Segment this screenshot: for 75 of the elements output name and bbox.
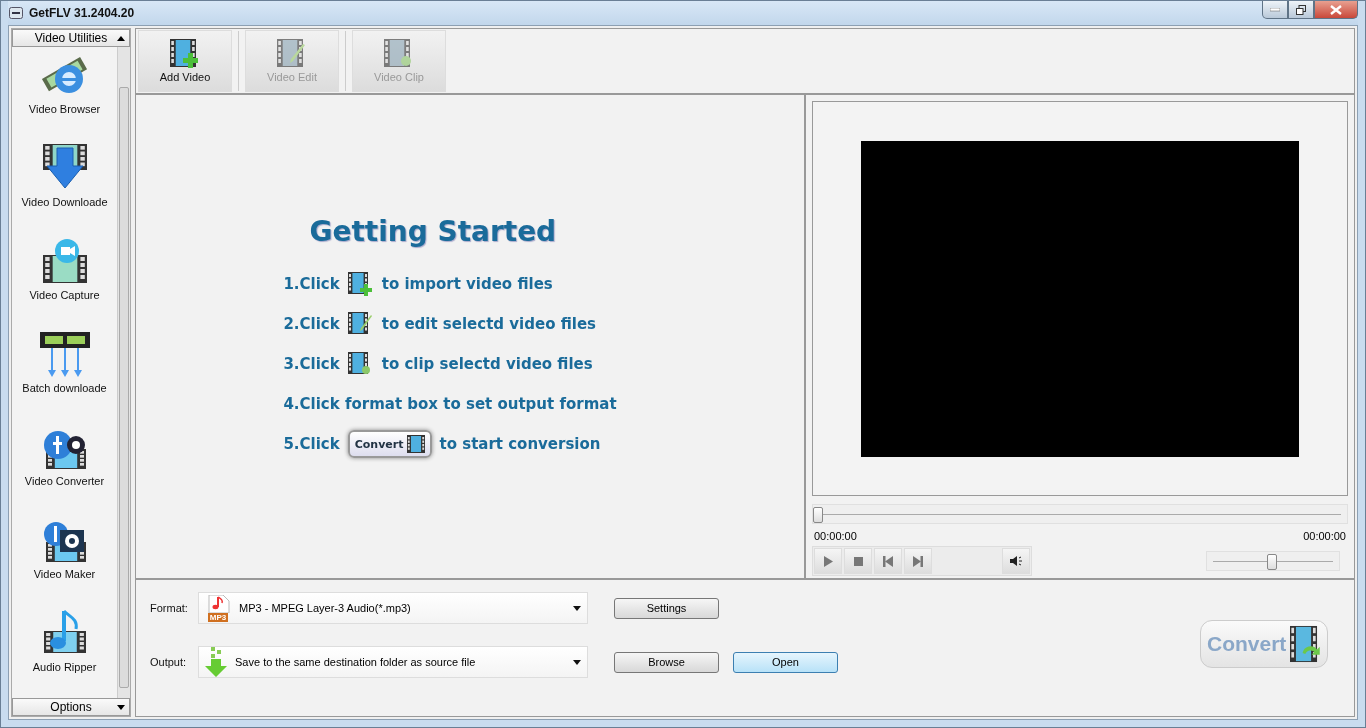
window-title: GetFLV 31.2404.20 xyxy=(29,6,135,20)
stop-icon xyxy=(853,556,863,566)
convert-button-illustration: Convert xyxy=(347,430,432,458)
output-label: Output: xyxy=(150,656,188,668)
play-button[interactable] xyxy=(814,548,842,574)
sidebar-item[interactable]: Batch downloade xyxy=(12,326,117,419)
minimize-button[interactable] xyxy=(1262,1,1288,19)
sidebar-item[interactable]: Audio Ripper xyxy=(12,605,117,698)
step-text: 4.Click format box to set output format xyxy=(283,395,617,413)
step-text: 1.Click xyxy=(283,275,340,293)
volume-thumb[interactable] xyxy=(1267,554,1277,570)
format-dropdown[interactable]: MP3 MP3 - MPEG Layer-3 Audio(*.mp3) xyxy=(198,592,588,624)
mute-button[interactable] xyxy=(1002,548,1030,574)
film-icon xyxy=(347,312,374,336)
step-text: 3.Click xyxy=(283,355,340,373)
sidebar-item-label: Batch downloade xyxy=(22,382,107,394)
sidebar-item[interactable]: Video Capture xyxy=(12,233,117,326)
scroll-thumb[interactable] xyxy=(119,87,129,688)
close-icon xyxy=(1330,4,1342,15)
film-icon xyxy=(384,39,414,69)
play-icon xyxy=(823,555,833,567)
sidebar-item-label: Video Maker xyxy=(33,568,96,580)
restore-button[interactable] xyxy=(1288,1,1314,19)
open-button[interactable]: Open xyxy=(733,651,838,673)
skip-forward-icon xyxy=(913,555,923,567)
step-text: to clip selectd video files xyxy=(381,355,593,373)
download-arrow-icon xyxy=(205,647,227,677)
format-label: Format: xyxy=(150,602,189,614)
sidebar-item-label: Video Browser xyxy=(28,103,101,115)
caret-up-icon xyxy=(117,35,125,41)
close-button[interactable] xyxy=(1314,1,1358,19)
previous-button[interactable] xyxy=(874,548,902,574)
total-time: 00:00:00 xyxy=(1303,530,1346,542)
batch-download-icon xyxy=(39,330,90,378)
sidebar-item-label: Video Converter xyxy=(24,475,105,487)
film-icon xyxy=(170,39,200,69)
film-icon xyxy=(347,272,374,296)
camera-film-icon xyxy=(42,237,87,285)
settings-button[interactable]: Settings xyxy=(614,597,719,619)
sidebar-footer[interactable]: Options xyxy=(12,698,130,716)
stop-button[interactable] xyxy=(844,548,872,574)
sidebar-item[interactable]: Video Downloade xyxy=(12,140,117,233)
sidebar-item[interactable]: Video Maker xyxy=(12,512,117,605)
sidebar-item[interactable]: Video Browser xyxy=(12,47,117,140)
sidebar-item-label: Video Downloade xyxy=(21,196,108,208)
film-icon xyxy=(277,39,307,69)
film-icon xyxy=(406,435,425,453)
sidebar-item-label: Video Capture xyxy=(29,289,100,301)
seek-thumb[interactable] xyxy=(813,507,823,524)
toolbar-button[interactable]: Add Video xyxy=(138,30,232,92)
sidebar-header[interactable]: Video Utilities xyxy=(12,29,130,47)
dropdown-arrow-icon xyxy=(573,659,581,665)
current-time: 00:00:00 xyxy=(814,530,857,542)
step-text: 2.Click xyxy=(283,315,340,333)
skip-back-icon xyxy=(883,555,893,567)
scrollbar[interactable] xyxy=(117,47,130,698)
film-icon xyxy=(1290,624,1321,664)
volume-track[interactable] xyxy=(1206,551,1340,571)
sidebar-item-label: Audio Ripper xyxy=(32,661,97,673)
caret-down-icon xyxy=(117,704,125,710)
step-text: 5.Click xyxy=(283,435,340,453)
step-text: to import video files xyxy=(381,275,553,293)
next-button[interactable] xyxy=(904,548,932,574)
window-menu-icon[interactable] xyxy=(9,7,23,19)
restore-icon xyxy=(1296,4,1306,15)
step-text: to start conversion xyxy=(439,435,601,453)
getting-started-title: Getting Started xyxy=(309,215,557,248)
speaker-icon xyxy=(1010,556,1022,566)
browse-button[interactable]: Browse xyxy=(614,651,719,673)
dropdown-arrow-icon xyxy=(573,605,581,611)
sidebar-item[interactable]: Video Converter xyxy=(12,419,117,512)
step-text: to edit selectd video files xyxy=(381,315,597,333)
seek-track[interactable] xyxy=(812,504,1348,524)
minimize-icon xyxy=(1270,7,1280,12)
output-dropdown[interactable]: Save to the same destination folder as source file xyxy=(198,646,588,678)
